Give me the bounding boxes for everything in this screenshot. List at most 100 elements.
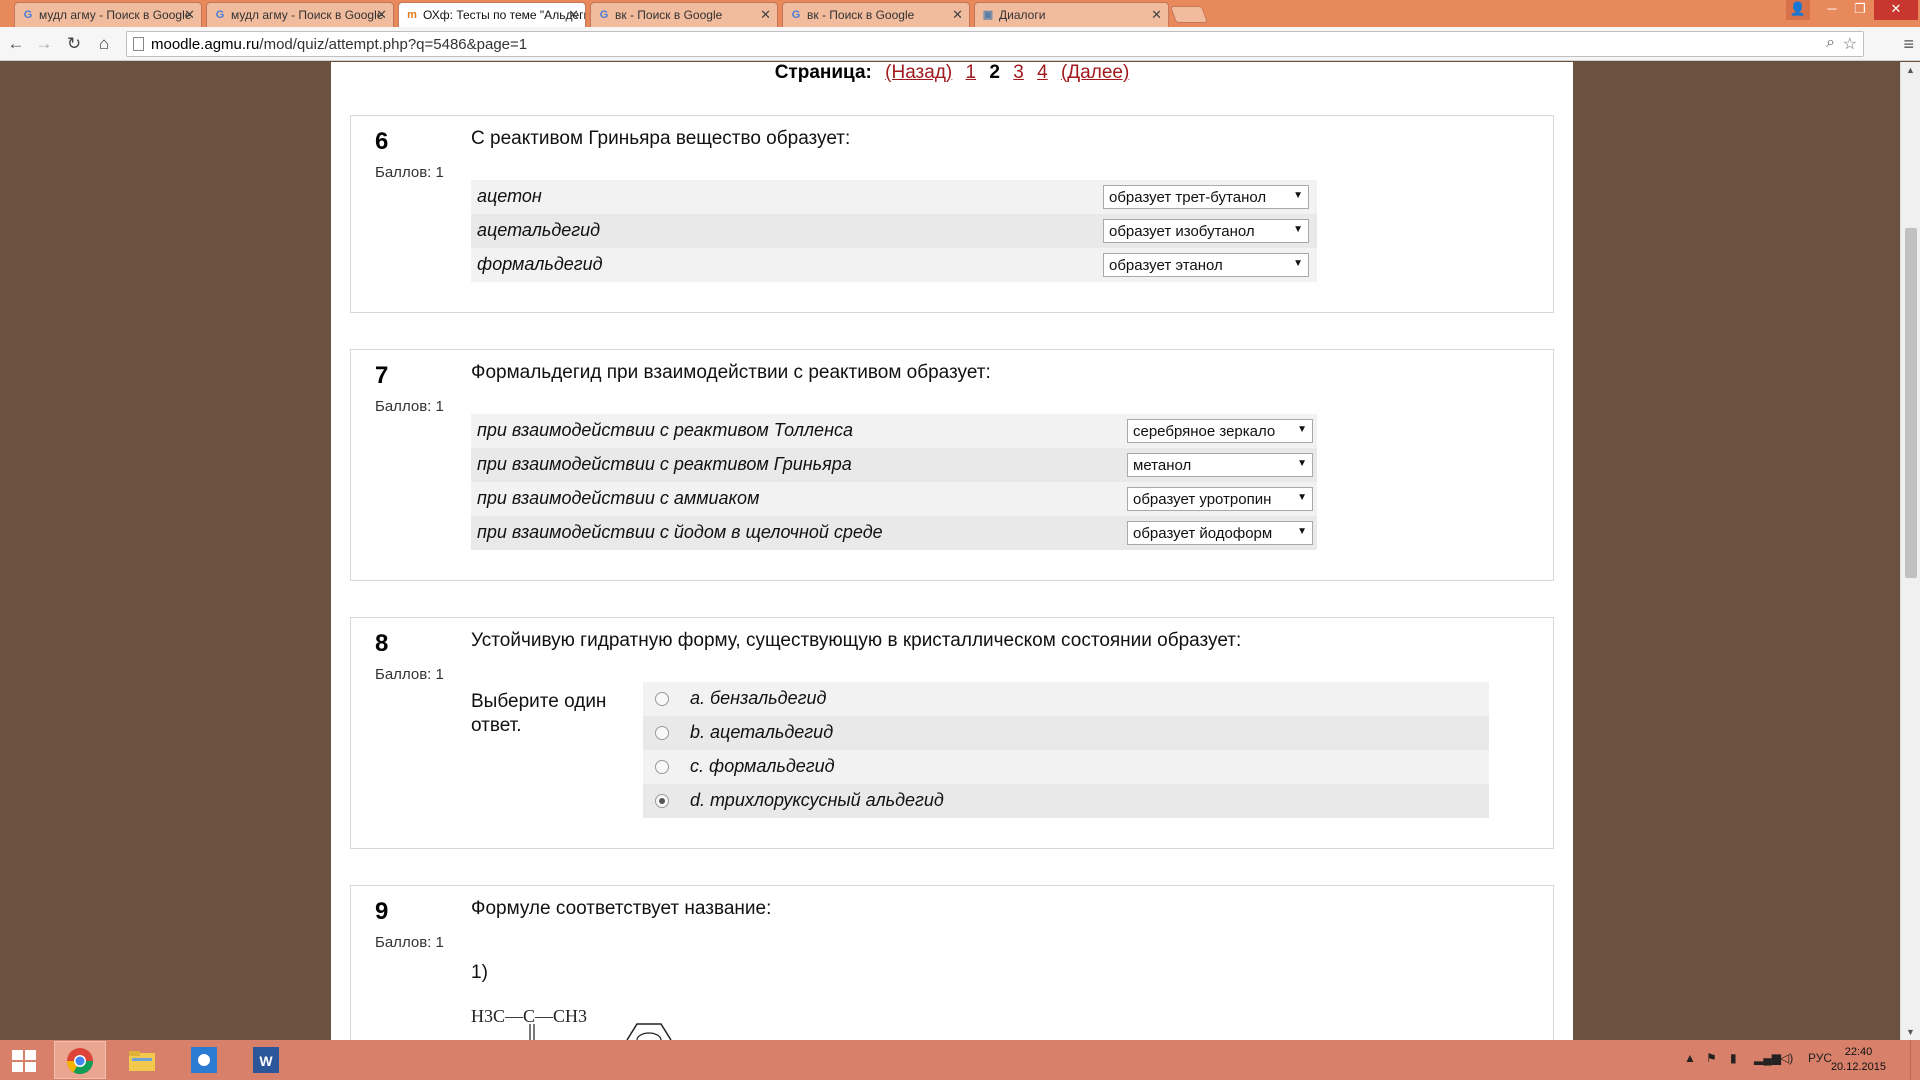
question-grade: Баллов: 1	[375, 934, 444, 951]
home-icon[interactable]: ⌂	[93, 33, 115, 55]
address-bar[interactable]: moodle.agmu.ru/mod/quiz/attempt.php?q=54…	[126, 31, 1864, 57]
pagination-label: Страница:	[774, 62, 872, 83]
google-g-icon: G	[23, 9, 33, 21]
forward-arrow-icon[interactable]: →	[33, 33, 55, 55]
browser-tab-active[interactable]: m ОХф: Тесты по теме "Альдегиды" ✕	[398, 2, 586, 27]
radio-button[interactable]	[655, 760, 669, 774]
restore-button[interactable]: ❐	[1846, 0, 1874, 20]
match-select[interactable]: образует изобутанол ▼	[1103, 219, 1309, 243]
close-tab-icon[interactable]: ✕	[568, 7, 579, 23]
show-desktop-button[interactable]	[1910, 1040, 1920, 1080]
browser-tab[interactable]: G мудл агму - Поиск в Google ✕	[206, 2, 394, 27]
answer-prompt-line: ответ.	[471, 715, 522, 736]
scrollbar-thumb[interactable]	[1905, 228, 1917, 578]
dropdown-arrow-icon: ▼	[1297, 424, 1307, 435]
answer-label[interactable]: a. бензальдегид	[690, 688, 826, 709]
back-arrow-icon[interactable]: ←	[5, 33, 27, 55]
network-icon[interactable]: ▮	[1730, 1051, 1737, 1065]
dropdown-arrow-icon: ▼	[1297, 458, 1307, 469]
answer-label[interactable]: b. ацетальдегид	[690, 722, 833, 743]
pagination-page-4[interactable]: 4	[1037, 62, 1048, 83]
answer-option[interactable]: c. формальдегид	[643, 750, 1489, 784]
select-value: образует этанол	[1109, 257, 1223, 274]
select-value: серебряное зеркало	[1133, 423, 1276, 440]
google-g-icon: G	[791, 9, 801, 21]
windows-start-icon[interactable]	[12, 1050, 36, 1072]
match-stem: при взаимодействии с реактивом Толленса	[477, 420, 853, 440]
match-stem: при взаимодействии с аммиаком	[477, 488, 760, 508]
action-center-icon[interactable]: ⚑	[1706, 1051, 1717, 1065]
scroll-down-arrow-icon[interactable]: ▼	[1901, 1024, 1920, 1040]
browser-tab[interactable]: ▣ Диалоги ✕	[974, 2, 1169, 27]
browser-tab[interactable]: G вк - Поиск в Google ✕	[782, 2, 970, 27]
radio-button[interactable]	[655, 726, 669, 740]
match-select[interactable]: серебряное зеркало ▼	[1127, 419, 1313, 443]
question-6: 6 Баллов: 1 С реактивом Гриньяра веществ…	[350, 115, 1554, 313]
question-grade: Баллов: 1	[375, 398, 444, 415]
signal-icon[interactable]: ▂▄▆	[1754, 1051, 1781, 1065]
close-tab-icon[interactable]: ✕	[952, 7, 963, 23]
close-tab-icon[interactable]: ✕	[760, 7, 771, 23]
tab-title: мудл агму - Поиск в Google	[39, 8, 192, 22]
answer-label[interactable]: d. трихлоруксусный альдегид	[690, 790, 944, 811]
answer-prompt: Выберите один ответ.	[471, 690, 606, 738]
new-tab-button[interactable]	[1169, 6, 1209, 23]
browser-tab[interactable]: G вк - Поиск в Google ✕	[590, 2, 778, 27]
pagination-prev-link[interactable]: (Назад)	[885, 62, 952, 83]
match-stem: при взаимодействии с йодом в щелочной ср…	[477, 522, 883, 542]
browser-tab[interactable]: G мудл агму - Поиск в Google ✕	[14, 2, 202, 27]
folder-icon	[129, 1051, 155, 1071]
answer-prompt-line: Выберите один	[471, 691, 607, 712]
select-value: образует изобутанол	[1109, 223, 1255, 240]
weather-icon[interactable]	[178, 1041, 230, 1079]
pagination-page-1[interactable]: 1	[966, 62, 977, 83]
question-text: Формальдегид при взаимодействии с реакти…	[471, 362, 991, 383]
close-tab-icon[interactable]: ✕	[1151, 7, 1162, 23]
question-text: Устойчивую гидратную форму, существующую…	[471, 630, 1242, 651]
pagination: Страница: (Назад) 1 2 3 4 (Далее)	[331, 62, 1573, 84]
select-value: образует уротропин	[1133, 491, 1272, 508]
match-select[interactable]: образует йодоформ ▼	[1127, 521, 1313, 545]
chrome-logo	[66, 1048, 94, 1075]
menu-icon[interactable]: ≡	[1903, 34, 1914, 55]
page-icon	[133, 37, 144, 51]
word-icon[interactable]: W	[240, 1041, 292, 1079]
search-zoom-icon[interactable]: ⌕	[1826, 34, 1835, 52]
match-stem: ацетон	[477, 186, 542, 206]
language-indicator[interactable]: РУС	[1808, 1051, 1832, 1065]
volume-icon[interactable]: ◁)	[1780, 1051, 1793, 1065]
dropdown-arrow-icon: ▼	[1293, 224, 1303, 235]
scroll-up-arrow-icon[interactable]: ▲	[1901, 62, 1920, 78]
sun-icon	[191, 1047, 217, 1073]
radio-button[interactable]	[655, 692, 669, 706]
answer-option[interactable]: d. трихлоруксусный альдегид	[643, 784, 1489, 818]
dropdown-arrow-icon: ▼	[1293, 258, 1303, 269]
close-window-button[interactable]: ✕	[1874, 0, 1918, 20]
match-select[interactable]: метанол ▼	[1127, 453, 1313, 477]
reload-icon[interactable]: ↻	[63, 33, 85, 55]
match-row: при взаимодействии с йодом в щелочной ср…	[471, 516, 1317, 550]
user-profile-icon[interactable]: 👤	[1786, 0, 1810, 20]
taskbar-clock[interactable]: 22:40 20.12.2015	[1831, 1045, 1886, 1075]
chrome-icon[interactable]	[54, 1041, 106, 1079]
answer-label[interactable]: c. формальдегид	[690, 756, 835, 777]
tab-title: вк - Поиск в Google	[615, 8, 723, 22]
answer-option[interactable]: b. ацетальдегид	[643, 716, 1489, 750]
minimize-button[interactable]: ─	[1818, 0, 1846, 20]
match-select[interactable]: образует этанол ▼	[1103, 253, 1309, 277]
pagination-page-3[interactable]: 3	[1013, 62, 1024, 83]
match-stem: формальдегид	[477, 254, 603, 274]
file-explorer-icon[interactable]	[116, 1041, 168, 1079]
radio-button-checked[interactable]	[655, 794, 669, 808]
close-tab-icon[interactable]: ✕	[184, 7, 195, 23]
answer-option[interactable]: a. бензальдегид	[643, 682, 1489, 716]
vertical-scrollbar[interactable]: ▲ ▼	[1900, 62, 1920, 1040]
close-tab-icon[interactable]: ✕	[376, 7, 387, 23]
match-select[interactable]: образует уротропин ▼	[1127, 487, 1313, 511]
bookmark-star-icon[interactable]: ☆	[1843, 34, 1857, 54]
pagination-next-link[interactable]: (Далее)	[1061, 62, 1129, 83]
browser-tab-strip: G мудл агму - Поиск в Google ✕ G мудл аг…	[0, 0, 1920, 27]
tray-expand-icon[interactable]: ▲	[1684, 1051, 1696, 1065]
question-number: 6	[375, 128, 389, 155]
match-select[interactable]: образует трет-бутанол ▼	[1103, 185, 1309, 209]
